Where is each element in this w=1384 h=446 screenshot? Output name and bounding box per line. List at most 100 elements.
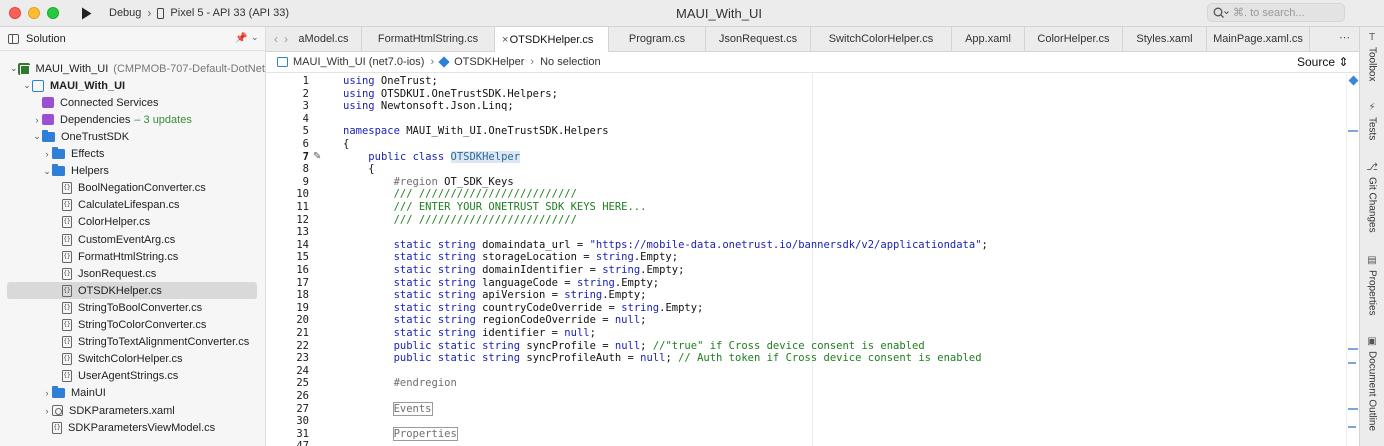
code-text: Events xyxy=(392,401,433,416)
solution-pane: Solution 📌 ⌄ ⌄ MAUI_With_UI (CMPMOB-707-De… xyxy=(0,27,266,446)
chevron-right-icon[interactable]: › xyxy=(42,406,52,416)
tree-item[interactable]: ⌄ MAUI_With_UI (CMPMOB-707-Default-DotNet.… xyxy=(0,60,265,77)
tree-item-label: StringToColorConverter.cs xyxy=(78,319,207,331)
cs-file-icon: {} xyxy=(62,199,72,212)
chevron-right-icon[interactable]: › xyxy=(42,149,52,159)
chevron-right-icon: › xyxy=(530,56,535,68)
chevron-down-icon[interactable]: ⌄ xyxy=(42,166,52,177)
code-line: 9 #region OT_SDK_Keys xyxy=(266,176,1346,189)
line-number: 22 xyxy=(296,339,309,352)
cs-file-icon: {} xyxy=(62,370,72,383)
search-box[interactable] xyxy=(1207,3,1345,22)
git-changes-tab[interactable]: ⎇ Git Changes xyxy=(1362,163,1382,233)
tree-item[interactable]: ⌄ Helpers xyxy=(0,163,265,180)
line-number: 5 xyxy=(302,125,309,138)
tree-item[interactable]: {} JsonRequest.cs xyxy=(0,265,265,282)
code-editor[interactable]: ✎ 1 using OneTrust; 2 using OTSDKUI.OneTrus… xyxy=(266,74,1346,446)
search-input[interactable] xyxy=(1233,6,1343,19)
chevron-down-icon[interactable]: ⌄ xyxy=(10,63,18,74)
folder-icon xyxy=(52,164,65,177)
chevron-down-icon[interactable]: ⌄ xyxy=(22,80,32,91)
tab-switchcolorhelper-cs[interactable]: SwitchColorHelper.cs xyxy=(811,27,952,51)
ruler-marker xyxy=(1348,130,1358,132)
tree-item-label: Helpers xyxy=(71,165,109,178)
chevron-right-icon[interactable]: › xyxy=(42,388,52,398)
tab-otsdkhelper-cs[interactable]: × OTSDKHelper.cs xyxy=(495,27,609,52)
tree-item-label: StringToBoolConverter.cs xyxy=(78,301,203,314)
cs-file-icon: {} xyxy=(62,216,72,229)
breadcrumb-member[interactable]: No selection xyxy=(540,56,601,68)
tab-mainpage-xaml-cs[interactable]: MainPage.xaml.cs xyxy=(1207,27,1310,51)
tree-item[interactable]: {} SDKParametersViewModel.cs xyxy=(0,419,265,436)
tree-item[interactable]: ⌄ MAUI_With_UI xyxy=(0,77,265,94)
tree-item[interactable]: {} ColorHelper.cs xyxy=(0,214,265,231)
code-text: using OneTrust; xyxy=(343,75,438,87)
tree-item[interactable]: Connected Services xyxy=(0,94,265,111)
tests-tab[interactable]: ⚡ Tests xyxy=(1362,103,1382,141)
cs-file-icon: {} xyxy=(62,319,72,331)
toolbox-tab[interactable]: T Toolbox xyxy=(1362,33,1382,82)
chevron-down-icon[interactable]: ⌄ xyxy=(251,32,259,43)
tree-item[interactable]: {} UserAgentStrings.cs xyxy=(0,368,265,385)
close-tab-icon[interactable]: × xyxy=(502,34,508,46)
dependencies-icon xyxy=(42,114,54,126)
chevron-right-icon[interactable]: › xyxy=(32,115,42,125)
tab-label: OTSDKHelper.cs xyxy=(509,33,594,46)
outline-icon: ▣ xyxy=(1367,336,1377,347)
tab-label: Program.cs xyxy=(628,33,686,45)
more-tabs-icon[interactable]: ⋯ xyxy=(1339,31,1350,44)
tree-item[interactable]: ⌄ OneTrustSDK xyxy=(0,128,265,145)
tree-item[interactable]: › MainUI xyxy=(0,385,265,402)
tab-scroll-right-icon[interactable]: › xyxy=(284,32,288,46)
tab-styles-xaml[interactable]: Styles.xaml xyxy=(1123,27,1207,51)
tree-item-label: JsonRequest.cs xyxy=(78,267,157,280)
tree-item[interactable]: {} StringToBoolConverter.cs xyxy=(0,299,265,316)
tree-item[interactable]: {} CustomEventArg.cs xyxy=(0,231,265,248)
chevron-down-icon[interactable]: ⌄ xyxy=(32,131,42,142)
properties-label[interactable]: Properties xyxy=(1367,270,1378,316)
tree-item[interactable]: {} StringToTextAlignmentConverter.cs xyxy=(0,334,265,351)
breadcrumb-class[interactable]: OTSDKHelper xyxy=(454,56,524,68)
code-line: 27 Events xyxy=(266,401,1346,416)
code-line: 13 xyxy=(266,226,1346,239)
source-mode-selector[interactable]: Source ⇕ xyxy=(1297,55,1348,69)
line-number: 11 xyxy=(296,201,309,213)
properties-tab[interactable]: ▤ Properties xyxy=(1362,256,1382,316)
tab-colorhelper-cs[interactable]: ColorHelper.cs xyxy=(1025,27,1123,51)
code-text: static string domainIdentifier = string.… xyxy=(393,264,685,276)
toolbox-label[interactable]: Toolbox xyxy=(1367,47,1378,81)
code-line: 25 #endregion xyxy=(266,377,1346,390)
line-number: 10 xyxy=(296,188,309,201)
tab-scroll-left-icon[interactable]: ‹ xyxy=(274,32,278,46)
tree-item[interactable]: › Dependencies – 3 updates xyxy=(0,111,265,128)
line-number: 14 xyxy=(296,238,309,251)
code-text: Properties xyxy=(392,426,458,441)
tree-item[interactable]: {} StringToColorConverter.cs xyxy=(0,317,265,334)
tree-item[interactable]: {} FormatHtmlString.cs xyxy=(0,248,265,265)
tree-item[interactable]: {} CalculateLifespan.cs xyxy=(0,197,265,214)
tree-item[interactable]: {} BoolNegationConverter.cs xyxy=(0,180,265,197)
code-text: static string domaindata_url = "https://… xyxy=(393,238,988,251)
source-mode-label[interactable]: Source xyxy=(1297,55,1335,69)
document-outline-tab[interactable]: ▣ Document Outline xyxy=(1362,336,1382,432)
tree-item[interactable]: {} OTSDKHelper.cs xyxy=(7,282,257,300)
code-line: 8 { xyxy=(266,163,1346,176)
tree-item[interactable]: › SDKParameters.xaml xyxy=(0,402,265,419)
tab-amodel-cs[interactable]: aModel.cs xyxy=(296,27,362,51)
tab-program-cs[interactable]: Program.cs xyxy=(609,27,706,51)
tree-item[interactable]: › Effects xyxy=(0,146,265,163)
git-changes-label[interactable]: Git Changes xyxy=(1367,177,1378,233)
tests-label[interactable]: Tests xyxy=(1367,117,1378,140)
tab-formathtmlstring-cs[interactable]: FormatHtmlString.cs xyxy=(362,27,495,51)
code-line: 31 Properties xyxy=(266,426,1346,441)
cursor-marker-icon xyxy=(1348,75,1359,86)
breadcrumb-project[interactable]: MAUI_With_UI (net7.0-ios) xyxy=(293,56,424,68)
tab-jsonrequest-cs[interactable]: JsonRequest.cs xyxy=(706,27,811,51)
window-title: MAUI_With_UI xyxy=(676,6,762,21)
overview-ruler[interactable] xyxy=(1346,74,1359,446)
document-outline-label[interactable]: Document Outline xyxy=(1367,351,1378,431)
code-text: static string storageLocation = string.E… xyxy=(393,251,679,264)
pin-icon[interactable]: 📌 xyxy=(235,33,247,44)
tab-app-xaml[interactable]: App.xaml xyxy=(952,27,1025,51)
tree-item[interactable]: {} SwitchColorHelper.cs xyxy=(0,351,265,368)
